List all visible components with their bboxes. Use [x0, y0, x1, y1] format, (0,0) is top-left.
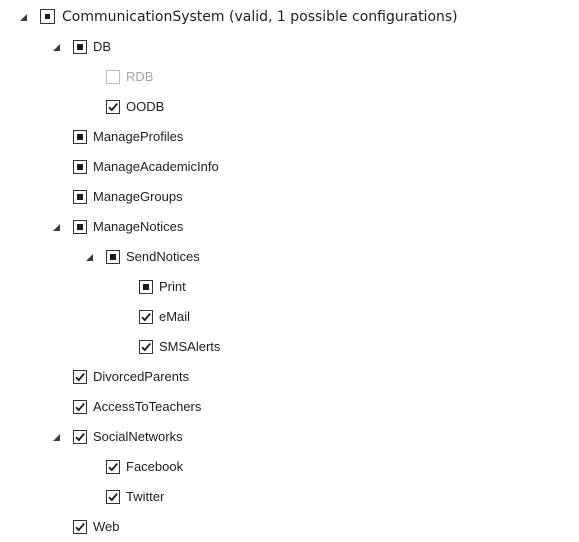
- feature-label: CommunicationSystem (valid, 1 possible c…: [62, 9, 458, 25]
- feature-checkbox[interactable]: [106, 460, 120, 474]
- tree-node[interactable]: ManageGroups: [0, 186, 579, 212]
- tree-node[interactable]: SMSAlerts: [0, 336, 579, 362]
- tree-node[interactable]: ManageProfiles: [0, 126, 579, 152]
- indeterminate-square-icon: [77, 44, 83, 50]
- expand-collapse-arrow-icon[interactable]: [53, 44, 60, 51]
- feature-checkbox[interactable]: [73, 40, 87, 54]
- feature-checkbox[interactable]: [73, 430, 87, 444]
- checkmark-icon: [108, 463, 118, 472]
- indeterminate-square-icon: [77, 134, 83, 140]
- feature-checkbox[interactable]: [73, 160, 87, 174]
- feature-label: ManageProfiles: [93, 129, 184, 144]
- checkmark-icon: [108, 493, 118, 502]
- feature-checkbox[interactable]: [106, 250, 120, 264]
- feature-label: eMail: [159, 309, 191, 324]
- checkmark-icon: [75, 373, 85, 382]
- feature-label: ManageAcademicInfo: [93, 159, 219, 174]
- feature-checkbox[interactable]: [106, 490, 120, 504]
- tree-node[interactable]: DivorcedParents: [0, 366, 579, 392]
- tree-node[interactable]: CommunicationSystem (valid, 1 possible c…: [0, 6, 579, 32]
- checkmark-icon: [141, 343, 151, 352]
- feature-label: OODB: [126, 99, 165, 114]
- indeterminate-square-icon: [45, 14, 50, 19]
- indeterminate-square-icon: [77, 164, 83, 170]
- feature-checkbox[interactable]: [139, 340, 153, 354]
- tree-node[interactable]: Twitter: [0, 486, 579, 512]
- tree-node[interactable]: DB: [0, 36, 579, 62]
- tree-node[interactable]: Facebook: [0, 456, 579, 482]
- indeterminate-square-icon: [77, 194, 83, 200]
- expand-collapse-arrow-icon[interactable]: [20, 14, 27, 21]
- feature-label: DB: [93, 39, 112, 54]
- tree-node[interactable]: AccessToTeachers: [0, 396, 579, 422]
- checkmark-icon: [141, 313, 151, 322]
- indeterminate-square-icon: [77, 224, 83, 230]
- feature-checkbox: [106, 70, 120, 84]
- tree-node[interactable]: RDB: [0, 66, 579, 92]
- feature-label: Facebook: [126, 459, 184, 474]
- feature-checkbox[interactable]: [106, 100, 120, 114]
- feature-label: Twitter: [126, 489, 165, 504]
- expand-collapse-arrow-icon[interactable]: [86, 254, 93, 261]
- tree-node[interactable]: ManageNotices: [0, 216, 579, 242]
- expand-collapse-arrow-icon[interactable]: [53, 224, 60, 231]
- expand-collapse-arrow-icon[interactable]: [53, 434, 60, 441]
- tree-node[interactable]: eMail: [0, 306, 579, 332]
- checkmark-icon: [75, 433, 85, 442]
- feature-checkbox[interactable]: [73, 400, 87, 414]
- feature-label: ManageNotices: [93, 219, 184, 234]
- checkmark-icon: [75, 523, 85, 532]
- tree-node[interactable]: OODB: [0, 96, 579, 122]
- feature-checkbox[interactable]: [139, 310, 153, 324]
- checkmark-icon: [75, 403, 85, 412]
- feature-label: AccessToTeachers: [93, 399, 202, 414]
- feature-tree: CommunicationSystem (valid, 1 possible c…: [0, 0, 579, 534]
- tree-node[interactable]: ManageAcademicInfo: [0, 156, 579, 182]
- feature-label: DivorcedParents: [93, 369, 190, 384]
- feature-checkbox[interactable]: [73, 370, 87, 384]
- feature-label: RDB: [126, 69, 154, 84]
- feature-checkbox[interactable]: [73, 130, 87, 144]
- feature-label: SendNotices: [126, 249, 200, 264]
- feature-checkbox[interactable]: [40, 9, 55, 24]
- feature-label: ManageGroups: [93, 189, 183, 204]
- feature-checkbox[interactable]: [139, 280, 153, 294]
- checkmark-icon: [108, 103, 118, 112]
- indeterminate-square-icon: [110, 254, 116, 260]
- indeterminate-square-icon: [143, 284, 149, 290]
- feature-label: SMSAlerts: [159, 339, 221, 354]
- feature-checkbox[interactable]: [73, 190, 87, 204]
- tree-node[interactable]: SendNotices: [0, 246, 579, 272]
- feature-label: SocialNetworks: [93, 429, 183, 444]
- feature-label: Print: [159, 279, 186, 294]
- feature-checkbox[interactable]: [73, 520, 87, 534]
- tree-node[interactable]: Print: [0, 276, 579, 302]
- tree-node[interactable]: Web: [0, 516, 579, 542]
- tree-node[interactable]: SocialNetworks: [0, 426, 579, 452]
- feature-checkbox[interactable]: [73, 220, 87, 234]
